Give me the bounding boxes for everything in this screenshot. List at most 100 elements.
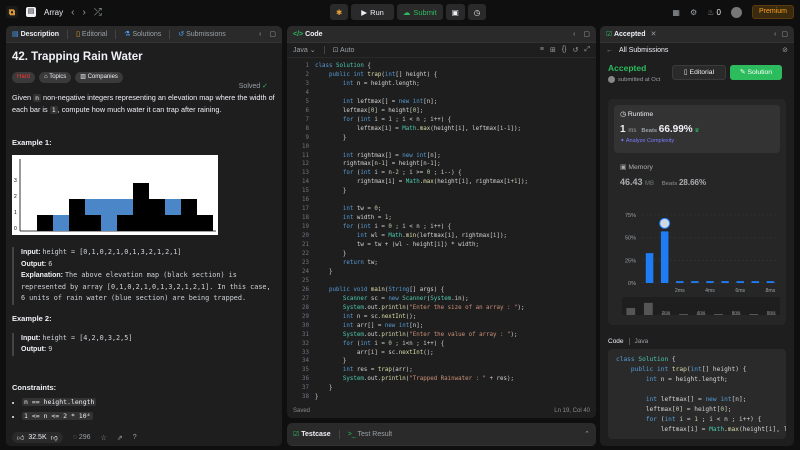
code-line[interactable]: int arr[] = new int[n]; bbox=[315, 322, 528, 331]
code-line[interactable]: int wl = Math.min(leftmax[i], rightmax[i… bbox=[315, 232, 528, 241]
layout-icon[interactable]: ▦ bbox=[672, 8, 680, 17]
play-icon: ▶ bbox=[361, 7, 368, 17]
prev-problem-icon[interactable]: ‹ bbox=[71, 7, 74, 18]
code-line[interactable]: } bbox=[315, 393, 528, 402]
code-line[interactable]: rightmax[i] = Math.max(height[i], rightm… bbox=[315, 178, 528, 187]
code-line[interactable]: } bbox=[315, 357, 528, 366]
code-line[interactable]: int width = 1; bbox=[315, 214, 528, 223]
code-line[interactable]: int n = sc.nextInt(); bbox=[315, 313, 528, 322]
analyze-complexity-link[interactable]: ✦ Analyze Complexity bbox=[620, 138, 774, 144]
code-line[interactable]: } bbox=[315, 384, 528, 393]
code-line[interactable]: for (int i = 1 ; i < n ; i++) { bbox=[315, 116, 528, 125]
close-icon[interactable]: ✕ bbox=[650, 30, 656, 38]
code-line[interactable]: } bbox=[315, 250, 528, 259]
code-line[interactable]: int n = height.length; bbox=[315, 80, 528, 89]
auto-mode[interactable]: ⊡ Auto bbox=[333, 46, 355, 54]
editorial-button[interactable]: ▯ Editorial bbox=[672, 65, 726, 80]
chart-bar bbox=[645, 253, 654, 283]
help-icon[interactable]: ? bbox=[133, 434, 137, 441]
code-line[interactable]: for (int i = n-2 ; i >= 0 ; i--) { bbox=[315, 169, 528, 178]
next-problem-icon[interactable]: › bbox=[82, 7, 85, 18]
tab-description[interactable]: ▤ Description bbox=[12, 30, 59, 38]
code-line[interactable]: leftmax[i] = Math.max(height[i], leftmax… bbox=[315, 125, 528, 134]
thumbs-down-icon[interactable]: 👎︎ bbox=[51, 433, 58, 442]
code-line[interactable]: for (int i = 0 ; i < n ; i++) { bbox=[315, 223, 528, 232]
collapse-icon[interactable]: ‹ bbox=[774, 31, 776, 38]
tab-code[interactable]: </> Code bbox=[293, 31, 323, 38]
maximize-icon[interactable]: ▢ bbox=[269, 30, 276, 38]
timer-button[interactable]: ◷ bbox=[467, 4, 487, 20]
code-line[interactable] bbox=[315, 277, 528, 286]
collapse-icon[interactable]: ‹ bbox=[259, 31, 261, 38]
leetcode-logo[interactable]: ⧉ bbox=[6, 6, 18, 18]
page-title[interactable]: 42. Trapping Rain Water bbox=[12, 51, 276, 63]
runtime-distribution-chart[interactable]: 0% 25% 50% 75% 2ms 4ms 6ms 8ms 2ms 4ms 6ms 8ms bbox=[608, 211, 786, 325]
code-line[interactable]: System.out.println("Enter the size of an… bbox=[315, 304, 528, 313]
format-icon[interactable]: {} bbox=[562, 46, 567, 54]
like-button[interactable]: 👍︎ 32.5K 👎︎ bbox=[12, 432, 63, 443]
runtime-box[interactable]: ◷ Runtime 1 ms Beats 66.99% ♛ ✦ Analyze C… bbox=[614, 105, 780, 153]
problem-list-label[interactable]: Array bbox=[44, 8, 63, 17]
statement-part: Given bbox=[12, 93, 34, 102]
code-editor[interactable]: 1 2 3 4 5 6 7 8 9 10 11 12 13 14 15 16 17 18 19 20 21 22 23 24 2… bbox=[287, 58, 596, 404]
code-line[interactable]: public int trap(int[] height) { bbox=[315, 71, 528, 80]
memory-box[interactable]: ▣ Memory 46.43 MB Beats 28.66% bbox=[620, 163, 706, 187]
code-line[interactable]: rightmax[n-1] = height[n-1]; bbox=[315, 160, 528, 169]
code-line[interactable]: Scanner sc = new Scanner(System.in); bbox=[315, 295, 528, 304]
code-line[interactable]: int rightmax[] = new int[n]; bbox=[315, 152, 528, 161]
maximize-icon[interactable]: ▢ bbox=[583, 30, 590, 38]
tab-solutions[interactable]: ⚗ Solutions bbox=[124, 30, 161, 38]
code-line[interactable] bbox=[315, 89, 528, 98]
code-line[interactable]: } bbox=[315, 187, 528, 196]
bookmark-icon[interactable]: ⊞ bbox=[550, 46, 556, 54]
tab-testcase[interactable]: ☑ Testcase bbox=[293, 430, 331, 438]
submit-button[interactable]: ☁ Submit bbox=[396, 4, 443, 20]
avatar[interactable] bbox=[730, 6, 742, 18]
shuffle-icon[interactable]: ⤮ bbox=[94, 7, 102, 18]
premium-button[interactable]: Premium bbox=[751, 5, 794, 19]
debug-button[interactable]: ✱ bbox=[330, 4, 349, 20]
code-line[interactable]: } bbox=[315, 268, 528, 277]
fullscreen-icon[interactable]: ⤢ bbox=[584, 46, 590, 54]
code-line[interactable]: leftmax[0] = height[0]; bbox=[315, 107, 528, 116]
code-line[interactable] bbox=[315, 143, 528, 152]
code-line[interactable] bbox=[315, 196, 528, 205]
language-select[interactable]: Java ⌄ bbox=[293, 46, 316, 54]
star-icon[interactable]: ☆ bbox=[101, 434, 107, 442]
code-line[interactable]: int leftmax[] = new int[n]; bbox=[315, 98, 528, 107]
save-status: Saved bbox=[293, 408, 311, 414]
streak-counter[interactable]: ♨ 0 bbox=[707, 8, 721, 17]
notes-button[interactable]: ▣ bbox=[445, 4, 465, 20]
settings-icon[interactable]: ⚙ bbox=[690, 8, 697, 17]
code-line[interactable]: int res = trap(arr); bbox=[315, 366, 528, 375]
reset-icon[interactable]: ↺ bbox=[573, 46, 579, 54]
code-line[interactable]: return tw; bbox=[315, 259, 528, 268]
all-submissions-link[interactable]: ← All Submissions ⊘ bbox=[600, 43, 794, 57]
code-line[interactable]: System.out.println("Trapped Rainwater : … bbox=[315, 375, 528, 384]
code-line[interactable]: System.out.println("Enter the value of a… bbox=[315, 331, 528, 340]
expand-icon[interactable]: ⌃ bbox=[584, 430, 590, 438]
code-line[interactable]: int tw = 0; bbox=[315, 205, 528, 214]
solution-button[interactable]: ✎ Solution bbox=[730, 65, 782, 80]
code-line[interactable]: tw = tw + (wl - height[i]) * width; bbox=[315, 241, 528, 250]
tab-submissions[interactable]: ↺ Submissions bbox=[178, 30, 226, 38]
code-line[interactable]: arr[i] = sc.nextInt(); bbox=[315, 349, 528, 358]
comments-button[interactable]: ◌ 296 bbox=[73, 434, 91, 441]
tab-accepted[interactable]: ☑ Accepted bbox=[606, 30, 645, 38]
code-line[interactable]: public void main(String[] args) { bbox=[315, 286, 528, 295]
code-lines[interactable]: class Solution { public int trap(int[] h… bbox=[315, 62, 528, 402]
code-line[interactable]: } bbox=[315, 134, 528, 143]
code-line[interactable]: for (int i = 0 ; i<n ; i++) { bbox=[315, 340, 528, 349]
link-icon[interactable]: ⊘ bbox=[782, 46, 788, 54]
run-button[interactable]: ▶ Run bbox=[351, 4, 394, 20]
collapse-icon[interactable]: ‹ bbox=[573, 31, 575, 38]
share-icon[interactable]: ⇗ bbox=[117, 434, 123, 442]
code-line[interactable]: class Solution { bbox=[315, 62, 528, 71]
tab-editorial[interactable]: ▯ Editorial bbox=[76, 30, 107, 38]
problem-list-icon[interactable]: ▤ bbox=[26, 7, 36, 17]
tab-test-result[interactable]: >_ Test Result bbox=[348, 431, 392, 438]
menu-icon[interactable]: ≡ bbox=[540, 46, 544, 54]
topics-button[interactable]: ⌂ Topics bbox=[39, 72, 72, 83]
companies-button[interactable]: ▥ Companies bbox=[75, 72, 123, 83]
maximize-icon[interactable]: ▢ bbox=[781, 30, 788, 38]
